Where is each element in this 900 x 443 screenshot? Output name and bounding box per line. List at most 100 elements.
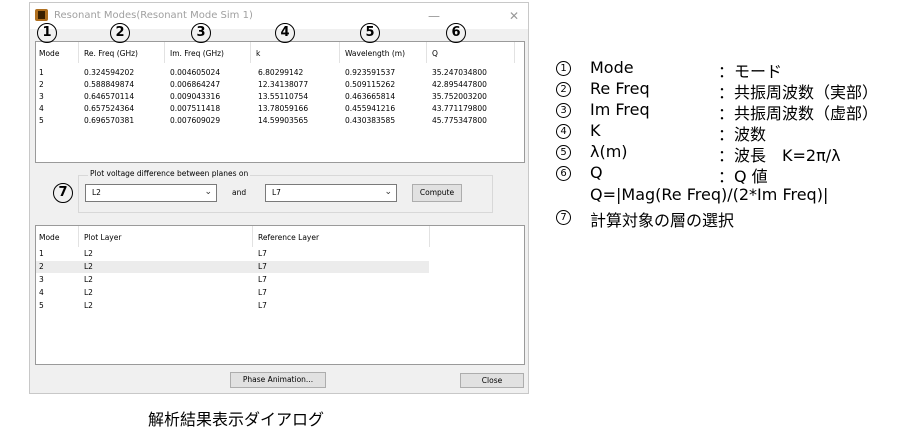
col-header-mode[interactable]: Mode <box>39 49 59 58</box>
resonant-modes-dialog: Resonant Modes(Resonant Mode Sim 1) — ✕ … <box>29 2 529 394</box>
col-header-wavelength[interactable]: Wavelength (m) <box>345 49 405 58</box>
figure-caption: 解析結果表示ダイアログ <box>148 410 325 429</box>
close-window-button[interactable]: ✕ <box>504 7 524 25</box>
k-cell: 14.59903565 <box>258 116 309 125</box>
reference-layer-cell: L7 <box>258 301 267 310</box>
chevron-down-icon: ⌄ <box>384 187 392 197</box>
k-cell: 6.80299142 <box>258 68 304 77</box>
window-title: Resonant Modes(Resonant Mode Sim 1) <box>54 10 253 21</box>
legend-term: Mode <box>590 58 634 77</box>
q-cell: 45.775347800 <box>432 116 487 125</box>
plot-layer-select[interactable]: L2 ⌄ <box>85 184 217 202</box>
phase-animation-button[interactable]: Phase Animation... <box>230 372 326 388</box>
k-cell: 12.34138077 <box>258 80 309 89</box>
callout-7: 7 <box>53 183 73 203</box>
legend-number: 4 <box>556 124 571 139</box>
wavelength-cell: 0.430383585 <box>345 116 396 125</box>
column-divider <box>164 42 165 63</box>
col-header-plot-layer[interactable]: Plot Layer <box>84 233 121 242</box>
col-header-im-freq[interactable]: Im. Freq (GHz) <box>170 49 224 58</box>
col-header-mode[interactable]: Mode <box>39 233 59 242</box>
layer-row-2[interactable]: 2 L2 L7 <box>36 261 429 273</box>
q-cell: 35.752003200 <box>432 92 487 101</box>
modes-list[interactable]: Mode Re. Freq (GHz) Im. Freq (GHz) k Wav… <box>35 41 525 163</box>
im-freq-cell: 0.007511418 <box>170 104 221 113</box>
re-freq-cell: 0.657524364 <box>84 104 135 113</box>
column-divider <box>514 42 515 63</box>
legend-number: 3 <box>556 103 571 118</box>
column-divider <box>250 42 251 63</box>
plot-voltage-label: Plot voltage difference between planes o… <box>88 169 251 178</box>
mode-cell: 5 <box>39 116 44 125</box>
column-divider <box>429 226 430 247</box>
re-freq-cell: 0.696570381 <box>84 116 135 125</box>
re-freq-cell: 0.588849874 <box>84 80 135 89</box>
legend-desc: ：Q 値 <box>718 167 768 186</box>
q-formula: Q=|Mag(Re Freq)/(2*Im Freq)| <box>590 185 829 204</box>
minimize-button[interactable]: — <box>424 7 444 25</box>
wavelength-cell: 0.923591537 <box>345 68 396 77</box>
im-freq-cell: 0.009043316 <box>170 92 221 101</box>
layer-row-1[interactable]: 1 L2 L7 <box>36 248 429 260</box>
legend-term: 計算対象の層の選択 <box>590 211 735 230</box>
layer-row-4[interactable]: 4 L2 L7 <box>36 287 429 299</box>
legend-term: Im Freq <box>590 100 650 119</box>
mode-cell: 1 <box>39 68 44 77</box>
q-cell: 35.247034800 <box>432 68 487 77</box>
col-header-reference-layer[interactable]: Reference Layer <box>258 233 319 242</box>
legend-number: 7 <box>556 210 571 225</box>
mode-cell: 3 <box>39 92 44 101</box>
callout-5: 5 <box>360 23 380 43</box>
plot-layer-cell: L2 <box>84 275 93 284</box>
reference-layer-cell: L7 <box>258 275 267 284</box>
callout-3: 3 <box>191 23 211 43</box>
layer-row-5[interactable]: 5 L2 L7 <box>36 300 429 312</box>
callout-2: 2 <box>110 23 130 43</box>
mode-cell: 4 <box>39 288 44 297</box>
callout-1: 1 <box>37 23 57 43</box>
column-divider <box>78 42 79 63</box>
reference-layer-value: L7 <box>272 188 281 197</box>
layers-list[interactable]: Mode Plot Layer Reference Layer 1 L2 L7 … <box>35 225 525 365</box>
wavelength-cell: 0.455941216 <box>345 104 396 113</box>
legend-term: K <box>590 121 601 140</box>
mode-cell: 1 <box>39 249 44 258</box>
column-divider <box>78 226 79 247</box>
reference-layer-cell: L7 <box>258 288 267 297</box>
wavelength-cell: 0.463665814 <box>345 92 396 101</box>
reference-layer-cell: L7 <box>258 262 267 271</box>
plot-layer-cell: L2 <box>84 262 93 271</box>
layer-row-3[interactable]: 3 L2 L7 <box>36 274 429 286</box>
column-divider <box>426 42 427 63</box>
legend-number: 1 <box>556 61 571 76</box>
chevron-down-icon: ⌄ <box>204 187 212 197</box>
close-button[interactable]: Close <box>460 373 524 388</box>
legend-number: 5 <box>556 145 571 160</box>
callout-4: 4 <box>275 23 295 43</box>
col-header-q[interactable]: Q <box>432 49 438 58</box>
reference-layer-cell: L7 <box>258 249 267 258</box>
q-cell: 42.895447800 <box>432 80 487 89</box>
plot-layer-cell: L2 <box>84 288 93 297</box>
wavelength-cell: 0.509115262 <box>345 80 396 89</box>
callout-6: 6 <box>446 23 466 43</box>
column-divider <box>339 42 340 63</box>
column-divider <box>252 226 253 247</box>
and-label: and <box>232 188 247 197</box>
im-freq-cell: 0.006864247 <box>170 80 221 89</box>
plot-layer-cell: L2 <box>84 249 93 258</box>
legend-number: 2 <box>556 82 571 97</box>
mode-cell: 2 <box>39 262 44 271</box>
col-header-re-freq[interactable]: Re. Freq (GHz) <box>84 49 138 58</box>
mode-cell: 5 <box>39 301 44 310</box>
compute-button[interactable]: Compute <box>412 184 462 202</box>
reference-layer-select[interactable]: L7 ⌄ <box>265 184 397 202</box>
k-cell: 13.55110754 <box>258 92 309 101</box>
re-freq-cell: 0.646570114 <box>84 92 135 101</box>
col-header-k[interactable]: k <box>256 49 260 58</box>
q-cell: 43.771179800 <box>432 104 487 113</box>
legend-term: Re Freq <box>590 79 650 98</box>
mode-cell: 3 <box>39 275 44 284</box>
legend-number: 6 <box>556 166 571 181</box>
legend-term: λ(m) <box>590 142 628 161</box>
